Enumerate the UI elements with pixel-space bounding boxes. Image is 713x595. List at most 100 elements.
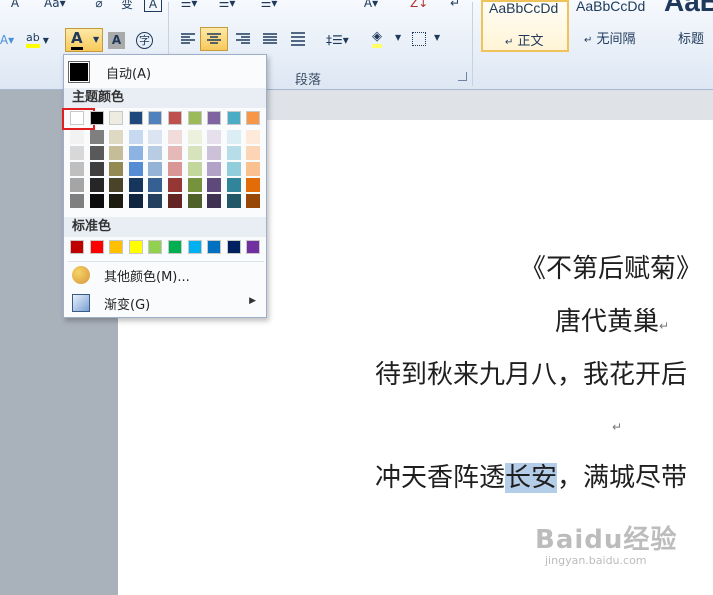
theme-shade-swatch[interactable] (70, 178, 84, 192)
shading-button[interactable]: ◈ ▼ (370, 30, 404, 50)
standard-color-swatch[interactable] (148, 240, 163, 254)
theme-shade-swatch[interactable] (187, 146, 202, 160)
theme-shade-swatch[interactable] (148, 178, 163, 192)
theme-color-swatch[interactable] (148, 111, 163, 125)
standard-color-swatch[interactable] (128, 240, 143, 254)
theme-shade-swatch[interactable] (246, 178, 261, 192)
style-no-spacing[interactable]: AaBbCcDd ↵ 无间隔 (570, 0, 658, 52)
theme-shade-swatch[interactable] (207, 162, 222, 176)
theme-shade-swatch[interactable] (207, 178, 222, 192)
enclose-char-button[interactable]: 字 (136, 32, 153, 49)
theme-color-swatch[interactable] (62, 108, 95, 130)
theme-shade-swatch[interactable] (89, 194, 104, 208)
theme-shade-swatch[interactable] (70, 130, 84, 144)
theme-shade-swatch[interactable] (168, 178, 182, 192)
line-spacing-button[interactable]: ‡☰▾ (326, 29, 349, 51)
theme-shade-swatch[interactable] (226, 162, 241, 176)
change-case-button[interactable]: Aa▾ (44, 0, 66, 14)
theme-shade-swatch[interactable] (70, 194, 84, 208)
text-effects-icon[interactable]: A▾ (0, 29, 16, 51)
theme-shade-swatch[interactable] (148, 146, 163, 160)
font-shrink-button[interactable]: A (6, 0, 24, 14)
theme-shade-swatch[interactable] (207, 146, 222, 160)
text-direction-button[interactable]: A▾ (362, 0, 380, 14)
theme-shade-swatch[interactable] (246, 146, 261, 160)
borders-button[interactable]: ▼ (410, 30, 444, 50)
theme-shade-swatch[interactable] (246, 162, 261, 176)
theme-shade-swatch[interactable] (109, 194, 124, 208)
theme-shade-swatch[interactable] (168, 146, 182, 160)
theme-color-swatch[interactable] (109, 111, 124, 125)
align-center-button[interactable] (200, 27, 228, 51)
theme-shade-swatch[interactable] (109, 130, 124, 144)
distributed-button[interactable] (290, 31, 306, 47)
theme-color-swatch[interactable] (128, 111, 143, 125)
standard-color-swatch[interactable] (226, 240, 241, 254)
theme-shade-swatch[interactable] (226, 146, 241, 160)
theme-shade-swatch[interactable] (207, 194, 222, 208)
theme-shade-swatch[interactable] (128, 162, 143, 176)
theme-shade-swatch[interactable] (148, 194, 163, 208)
justify-button[interactable] (262, 31, 278, 47)
align-left-button[interactable] (180, 31, 196, 47)
theme-shade-swatch[interactable] (89, 146, 104, 160)
theme-shade-swatch[interactable] (89, 178, 104, 192)
theme-shade-swatch[interactable] (246, 130, 261, 144)
theme-shade-swatch[interactable] (70, 146, 84, 160)
standard-color-swatch[interactable] (187, 240, 202, 254)
theme-color-swatch[interactable] (226, 111, 241, 125)
selected-text[interactable]: 长安 (505, 463, 558, 493)
theme-shade-swatch[interactable] (148, 162, 163, 176)
show-marks-button[interactable]: ↵ (446, 0, 464, 14)
char-border-icon[interactable]: A (144, 0, 162, 12)
theme-shade-swatch[interactable] (246, 194, 261, 208)
more-colors-item[interactable]: 其他颜色(M)... (68, 263, 264, 287)
style-heading1[interactable]: AaB 标题 (660, 0, 713, 52)
style-normal[interactable]: AaBbCcDd ↵ 正文 (481, 0, 569, 52)
clear-format-icon[interactable]: ⌀ (90, 0, 108, 14)
theme-color-swatch[interactable] (168, 111, 182, 125)
theme-shade-swatch[interactable] (187, 194, 202, 208)
multilevel-list-button[interactable]: ☰▾ (260, 0, 278, 14)
standard-color-swatch[interactable] (246, 240, 261, 254)
theme-shade-swatch[interactable] (128, 146, 143, 160)
theme-shade-swatch[interactable] (109, 146, 124, 160)
theme-shade-swatch[interactable] (207, 130, 222, 144)
theme-shade-swatch[interactable] (109, 162, 124, 176)
align-right-button[interactable] (235, 31, 251, 47)
theme-shade-swatch[interactable] (89, 162, 104, 176)
theme-shade-swatch[interactable] (128, 130, 143, 144)
theme-shade-swatch[interactable] (89, 130, 104, 144)
theme-color-swatch[interactable] (89, 111, 104, 125)
auto-color-item[interactable]: 自动(A) (66, 59, 264, 85)
char-shading-button[interactable]: A (108, 32, 125, 49)
standard-color-swatch[interactable] (168, 240, 182, 254)
theme-shade-swatch[interactable] (187, 178, 202, 192)
theme-shade-swatch[interactable] (148, 130, 163, 144)
theme-shade-swatch[interactable] (168, 130, 182, 144)
theme-shade-swatch[interactable] (226, 130, 241, 144)
theme-shade-swatch[interactable] (109, 178, 124, 192)
theme-shade-swatch[interactable] (168, 162, 182, 176)
bullets-button[interactable]: ☰▾ (180, 0, 198, 14)
theme-shade-swatch[interactable] (128, 178, 143, 192)
theme-shade-swatch[interactable] (187, 162, 202, 176)
theme-color-swatch[interactable] (187, 111, 202, 125)
theme-shade-swatch[interactable] (226, 194, 241, 208)
theme-shade-swatch[interactable] (187, 130, 202, 144)
standard-color-swatch[interactable] (207, 240, 222, 254)
theme-color-swatch[interactable] (246, 111, 261, 125)
highlight-button[interactable]: ab ▼ (26, 29, 49, 51)
theme-shade-swatch[interactable] (168, 194, 182, 208)
theme-shade-swatch[interactable] (70, 162, 84, 176)
standard-color-swatch[interactable] (70, 240, 84, 254)
dialog-launcher-icon[interactable] (458, 72, 467, 81)
gradient-item[interactable]: 渐变(G) ▶ (68, 291, 264, 315)
theme-color-swatch[interactable] (207, 111, 222, 125)
theme-shade-swatch[interactable] (226, 178, 241, 192)
standard-color-swatch[interactable] (89, 240, 104, 254)
numbering-button[interactable]: ☰▾ (218, 0, 236, 14)
sort-button[interactable]: Z↓ (410, 0, 428, 14)
phonetic-guide-icon[interactable]: 变 (118, 0, 136, 14)
theme-shade-swatch[interactable] (128, 194, 143, 208)
